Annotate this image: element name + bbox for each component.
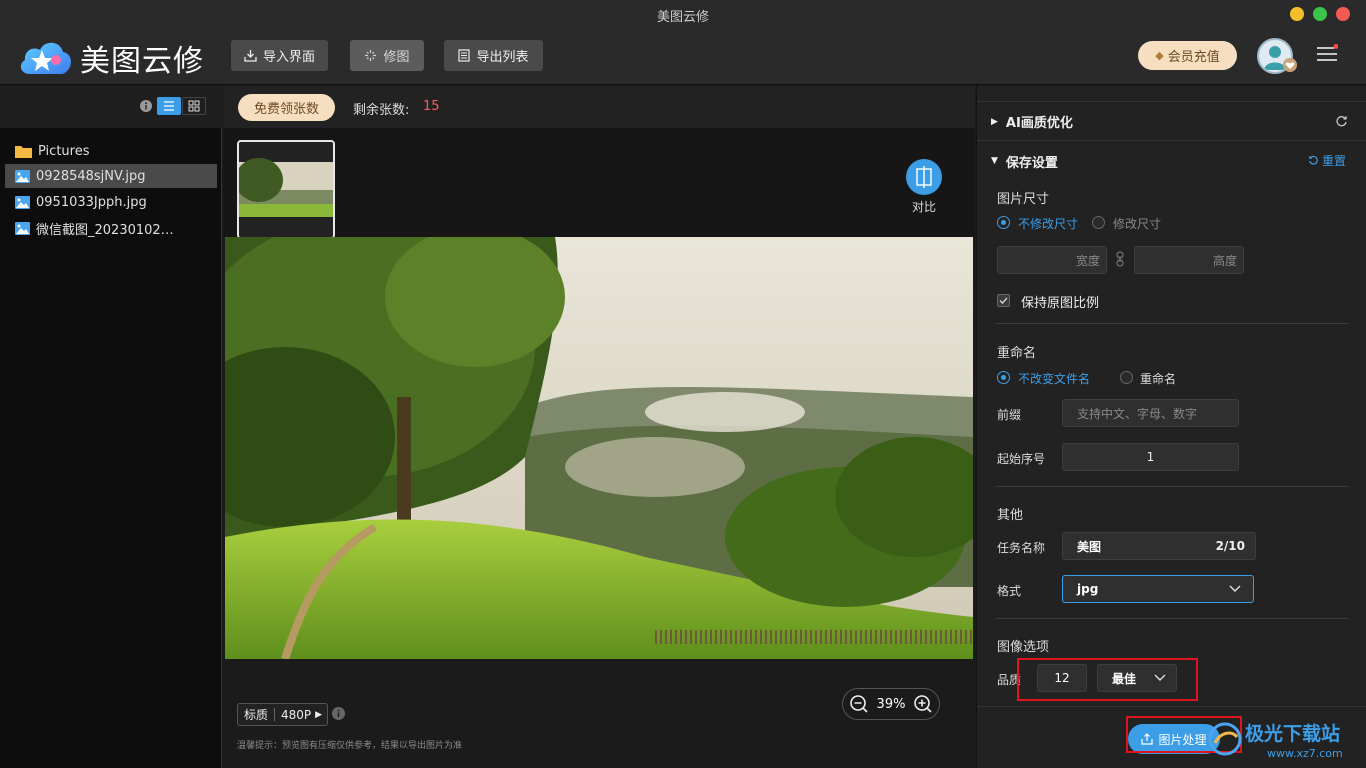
remaining-count: 15: [423, 99, 440, 114]
file-tree-panel: Pictures 0928548sjNV.jpg 0951033Jpph.jpg…: [0, 86, 222, 768]
free-quota-button[interactable]: 免费领张数: [238, 94, 335, 121]
caret-down-icon: ▼: [991, 156, 998, 166]
width-input[interactable]: 宽度: [997, 246, 1107, 274]
preview-hint: 温馨提示：预览图有压缩仅供参考，结果以导出图片为准: [237, 741, 463, 751]
zoom-out-icon[interactable]: [849, 694, 869, 714]
other-title: 其他: [997, 508, 1024, 523]
badge-heart-icon: [1283, 58, 1297, 72]
export-list-button[interactable]: 导出列表: [444, 40, 543, 71]
image-options-title: 图像选项: [997, 640, 1050, 655]
section-ai-quality[interactable]: ▶ AI画质优化: [977, 103, 1366, 141]
grid-view-toggle[interactable]: [182, 97, 206, 115]
list-view-icon: [164, 101, 174, 111]
caret-right-icon: ▶: [315, 709, 323, 720]
height-input[interactable]: 高度: [1134, 246, 1244, 274]
compare-icon: [916, 166, 932, 188]
image-file-icon: [15, 221, 30, 235]
import-button[interactable]: 导入界面: [231, 40, 328, 71]
rename-title: 重命名: [997, 346, 1037, 361]
refresh-icon[interactable]: [1335, 115, 1348, 128]
quality-highlight-box: [1017, 658, 1198, 701]
task-name-input[interactable]: 美图 2/10: [1062, 532, 1256, 560]
diamond-icon: ◆: [1155, 49, 1164, 62]
prefix-input[interactable]: 支持中文、字母、数字: [1062, 399, 1239, 427]
maximize-button[interactable]: [1313, 7, 1327, 21]
compare-button[interactable]: [906, 159, 942, 195]
thumbnail[interactable]: [237, 140, 335, 239]
size-change-radio[interactable]: [1092, 216, 1105, 229]
title-bar: 美图云修: [0, 0, 1366, 28]
vip-recharge-button[interactable]: ◆ 会员充值: [1138, 41, 1237, 70]
reset-button[interactable]: 重置: [1308, 152, 1346, 169]
folder-icon: [15, 145, 32, 158]
compare-label: 对比: [911, 200, 936, 214]
preview-quality-selector[interactable]: 标质 480P ▶: [237, 703, 329, 726]
size-title: 图片尺寸: [997, 192, 1050, 207]
zoom-in-icon[interactable]: [913, 694, 933, 714]
retouch-button[interactable]: 修图: [350, 40, 424, 71]
preview-image: [225, 237, 973, 659]
image-file-icon: [15, 169, 30, 183]
file-panel-header: [0, 86, 222, 128]
size-keep-radio[interactable]: [997, 216, 1010, 229]
list-view-toggle[interactable]: [157, 97, 181, 115]
file-item[interactable]: 0951033Jpph.jpg: [5, 190, 217, 214]
import-icon: [244, 50, 257, 62]
watermark-logo-icon: [1208, 722, 1242, 756]
reset-icon: [1309, 155, 1318, 165]
thumbnail-image: [239, 142, 333, 237]
collapsed-section-edge: [977, 86, 1366, 102]
preview-area: 免费领张数 剩余张数: 15 对比 标质 480P ▶ 39% 温馨提示：预览图…: [223, 86, 975, 768]
zoom-value: 39%: [876, 696, 906, 712]
menu-icon[interactable]: [1316, 44, 1338, 64]
thumbnail-strip: 对比: [223, 128, 975, 239]
remaining-label: 剩余张数:: [353, 103, 410, 118]
app-logo-text: 美图云修: [80, 44, 204, 79]
format-select[interactable]: jpg: [1062, 575, 1254, 603]
keep-ratio-checkbox[interactable]: [997, 294, 1010, 307]
grid-view-icon: [188, 100, 200, 112]
info-icon[interactable]: [140, 100, 152, 112]
quality-info-icon[interactable]: [332, 707, 345, 720]
check-icon: [999, 297, 1008, 305]
close-button[interactable]: [1336, 7, 1350, 21]
minimize-button[interactable]: [1290, 7, 1304, 21]
site-watermark: 极光下载站 www.xz7.com: [1207, 717, 1366, 768]
chevron-down-icon: [1229, 585, 1241, 592]
file-item[interactable]: 微信截图_20230102…: [5, 216, 217, 240]
toolbar: 美图云修 导入界面 修图 导出列表 ◆ 会员充值: [0, 28, 1366, 85]
link-icon[interactable]: [1115, 251, 1125, 267]
caret-right-icon: ▶: [991, 116, 998, 127]
landscape-photo: [225, 237, 973, 659]
rename-keep-radio[interactable]: [997, 371, 1010, 384]
list-icon: [458, 49, 471, 62]
sparkle-icon: [365, 50, 377, 61]
start-number-input[interactable]: 1: [1062, 443, 1239, 471]
file-item[interactable]: 0928548sjNV.jpg: [5, 164, 217, 188]
zoom-control: 39%: [842, 688, 940, 720]
rename-on-radio[interactable]: [1120, 371, 1133, 384]
image-file-icon: [15, 195, 30, 209]
folder-item-pictures[interactable]: Pictures: [5, 139, 217, 163]
window-title: 美图云修: [656, 10, 709, 25]
quota-bar: 免费领张数 剩余张数: 15: [223, 86, 975, 128]
app-logo-icon: [20, 42, 72, 74]
